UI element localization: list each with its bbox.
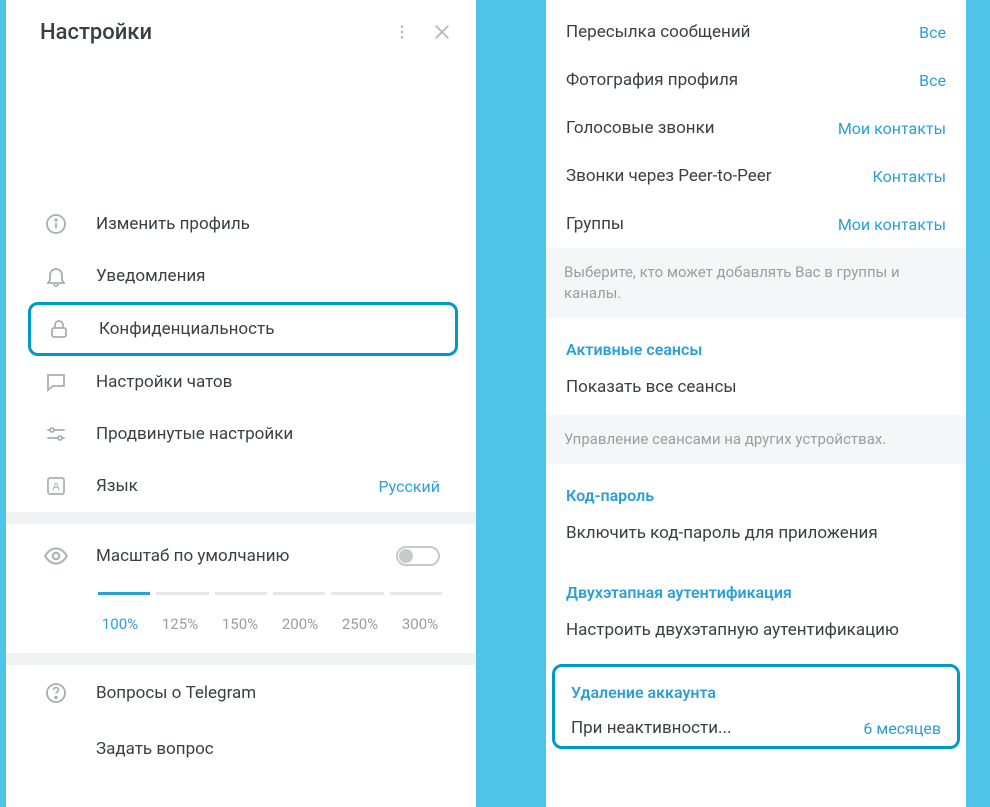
row-value: Все [919,71,946,90]
zoom-pct[interactable]: 125% [150,615,210,633]
delete-inactivity-row[interactable]: При неактивности... 6 месяцев [555,708,957,742]
zoom-label: Масштаб по умолчанию [96,546,396,566]
question-icon [42,679,70,707]
menu-ask[interactable]: Задать вопрос [6,721,476,777]
zoom-row: Масштаб по умолчанию [6,524,476,578]
settings-panel: Настройки Изменить профиль Уведомления К… [6,0,476,807]
zoom-tick [331,592,383,595]
divider [6,512,476,524]
settings-title: Настройки [40,20,376,45]
row-value: Мои контакты [838,215,946,234]
zoom-tick [156,592,208,595]
menu-label: Вопросы о Telegram [96,683,452,703]
zoom-pct[interactable]: 250% [330,615,390,633]
zoom-scale[interactable] [6,578,476,615]
sessions-head: Активные сеансы [546,318,966,365]
row-value: Контакты [873,167,946,186]
menu-label: Задать вопрос [96,739,452,759]
enable-passcode[interactable]: Включить код-пароль для приложения [546,511,966,561]
language-value: Русский [378,477,440,496]
zoom-pct[interactable]: 150% [210,615,270,633]
show-all-sessions[interactable]: Показать все сеансы [546,365,966,415]
info-icon [42,210,70,238]
row-label: Звонки через Peer-to-Peer [566,166,873,186]
zoom-pct[interactable]: 300% [390,615,450,633]
row-forwarding[interactable]: Пересылка сообщений Все [546,0,966,56]
profile-spacer [6,64,476,198]
row-label: Группы [566,214,838,234]
zoom-tick [98,592,150,595]
zoom-tick [390,592,442,595]
sessions-hint: Управление сеансами на других устройства… [546,415,966,464]
zoom-pct[interactable]: 200% [270,615,330,633]
lock-icon [45,315,73,343]
twofa-head: Двухэтапная аутентификация [546,561,966,608]
row-label: Фотография профиля [566,70,919,90]
delete-head: Удаление аккаунта [555,667,957,708]
more-icon[interactable] [388,18,416,46]
zoom-pct[interactable]: 100% [90,615,150,633]
eye-icon [42,542,70,570]
menu-label: Изменить профиль [96,214,452,234]
delete-value: 6 месяцев [863,719,941,738]
menu-label: Конфиденциальность [99,319,449,339]
row-value: Все [919,23,946,42]
row-p2p[interactable]: Звонки через Peer-to-Peer Контакты [546,152,966,200]
menu-label: Уведомления [96,266,452,286]
setup-twofa[interactable]: Настроить двухэтапную аутентификацию [546,608,966,658]
menu-label: Настройки чатов [96,372,452,392]
sliders-icon [42,420,70,448]
delete-account-block: Удаление аккаунта При неактивности... 6 … [552,664,960,749]
zoom-tick [215,592,267,595]
menu-notifications[interactable]: Уведомления [6,250,476,302]
row-label: Пересылка сообщений [566,22,919,42]
menu-label: Язык [96,476,378,496]
menu-language[interactable]: A Язык Русский [6,460,476,512]
divider [6,653,476,665]
row-label: Голосовые звонки [566,118,838,138]
passcode-head: Код-пароль [546,464,966,511]
zoom-labels: 100% 125% 150% 200% 250% 300% [6,615,476,653]
privacy-panel: Пересылка сообщений Все Фотография профи… [546,0,966,807]
zoom-toggle[interactable] [396,546,440,566]
menu-label: Продвинутые настройки [96,424,452,444]
menu-edit-profile[interactable]: Изменить профиль [6,198,476,250]
groups-hint: Выберите, кто может добавлять Вас в груп… [546,248,966,318]
zoom-tick [273,592,325,595]
menu-advanced[interactable]: Продвинутые настройки [6,408,476,460]
menu-faq[interactable]: Вопросы о Telegram [6,665,476,721]
svg-text:A: A [52,481,60,493]
menu-chat-settings[interactable]: Настройки чатов [6,356,476,408]
settings-header: Настройки [6,0,476,64]
row-value: Мои контакты [838,119,946,138]
close-icon[interactable] [428,18,456,46]
language-icon: A [42,472,70,500]
row-groups[interactable]: Группы Мои контакты [546,200,966,248]
bell-icon [42,262,70,290]
row-profile-photo[interactable]: Фотография профиля Все [546,56,966,104]
blank-icon [42,735,70,763]
delete-label: При неактивности... [571,718,863,738]
row-voice-calls[interactable]: Голосовые звонки Мои контакты [546,104,966,152]
menu-privacy[interactable]: Конфиденциальность [28,302,458,356]
chat-icon [42,368,70,396]
